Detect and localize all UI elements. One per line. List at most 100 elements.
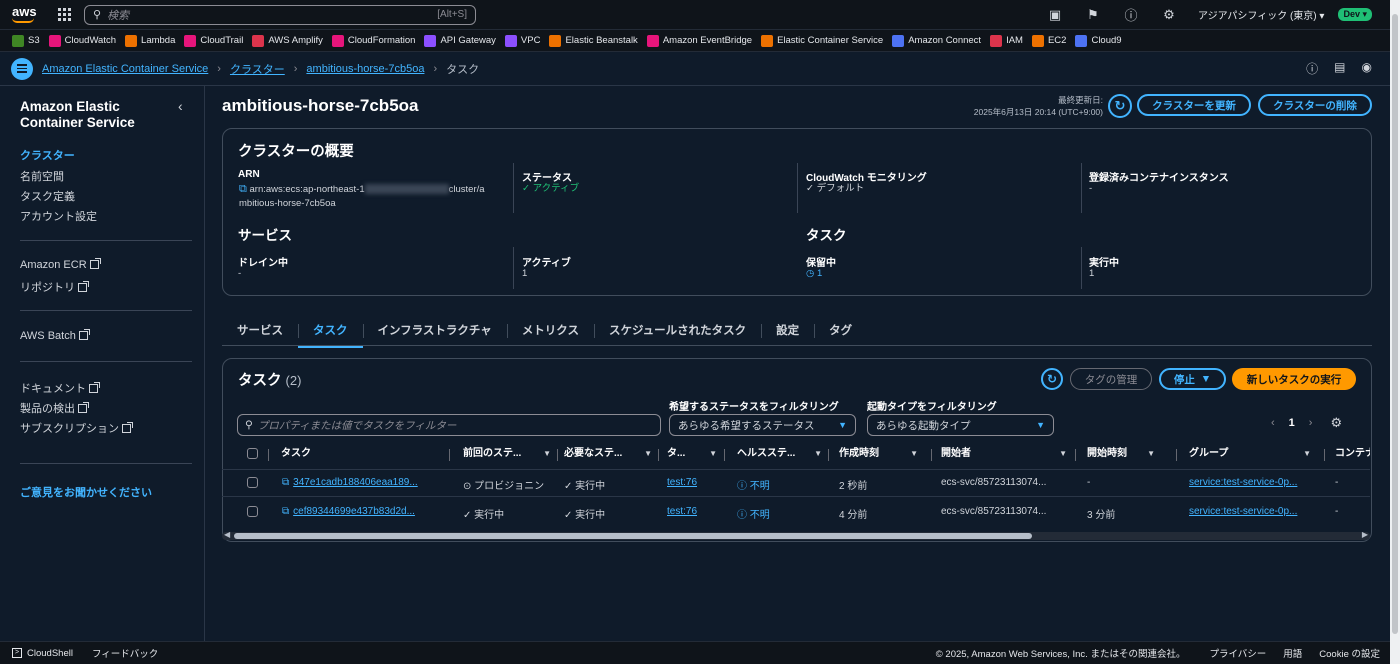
column-header-last-status[interactable]: 前回のステ... ▼ — [463, 444, 557, 464]
table-settings-icon[interactable]: ⚙ — [1330, 415, 1342, 431]
refresh-tasks-button[interactable]: ↻ — [1041, 368, 1063, 390]
tab-services[interactable]: サービス — [222, 318, 298, 344]
favorite-amazon-connect[interactable]: Amazon Connect — [892, 34, 981, 47]
current-page[interactable]: 1 — [1289, 417, 1295, 429]
column-header-desired-status[interactable]: 必要なステ... ▼ — [564, 444, 658, 464]
table-horizontal-scrollbar[interactable]: ◀ ▶ — [222, 530, 1370, 540]
hamburger-menu-icon[interactable] — [11, 57, 33, 80]
column-header-container[interactable]: コンテナ — [1335, 444, 1370, 464]
scrollbar-thumb[interactable] — [1392, 14, 1398, 634]
help-icon[interactable]: ⓘ — [1112, 5, 1150, 24]
delete-cluster-button[interactable]: クラスターの削除 — [1258, 94, 1372, 116]
collapse-sidebar-icon[interactable]: ‹ — [178, 98, 183, 114]
tab-scheduled-tasks[interactable]: スケジュールされたタスク — [593, 318, 761, 344]
pending-tasks-value[interactable]: ◷ 1 — [806, 267, 822, 281]
sidebar-feedback-link[interactable]: ご意見をお聞かせください — [20, 484, 152, 500]
table-row-health-status[interactable]: ⓘ 不明 — [737, 477, 770, 492]
prev-page-icon[interactable]: ‹ — [1271, 417, 1275, 429]
sidebar-item-repositories[interactable]: リポジトリ — [20, 279, 89, 295]
stop-button[interactable]: 停止 ▼ — [1159, 368, 1226, 390]
breadcrumb-cluster-link[interactable]: ambitious-horse-7cb5oa — [306, 63, 424, 75]
cloudshell-button[interactable]: > CloudShell — [12, 648, 73, 659]
settings-panel-icon[interactable]: ◉ — [1362, 60, 1372, 77]
scrollbar-thumb[interactable] — [234, 533, 1032, 539]
aws-logo[interactable]: aws — [12, 5, 50, 23]
run-new-task-button[interactable]: 新しいタスクの実行 — [1232, 368, 1356, 390]
favorite-cloudformation[interactable]: CloudFormation — [331, 34, 415, 47]
copy-icon: ⧉ — [282, 477, 290, 488]
favorite-vpc[interactable]: VPC — [504, 34, 540, 47]
row-checkbox[interactable] — [247, 506, 258, 517]
column-header-health-status[interactable]: ヘルスステ... ▼ — [737, 444, 828, 464]
favorite-cloudwatch[interactable]: CloudWatch — [48, 34, 116, 47]
sidebar-item-task-definitions[interactable]: タスク定義 — [20, 188, 75, 204]
region-selector[interactable]: アジアパシフィック (東京) ▾ — [1198, 7, 1324, 22]
favorite-elastic-beanstalk[interactable]: Elastic Beanstalk — [549, 34, 638, 47]
table-row-group[interactable]: service:test-service-0p... — [1189, 477, 1319, 488]
table-row-task-id[interactable]: ⧉ cef89344699e437b83d2d... — [282, 506, 452, 517]
launch-type-select[interactable]: あらゆる起動タイプ ▼ — [867, 414, 1054, 436]
table-row-task-id[interactable]: ⧉ 347e1cadb188406eaa189... — [282, 477, 452, 488]
tab-configuration[interactable]: 設定 — [761, 318, 814, 344]
row-checkbox[interactable] — [247, 477, 258, 488]
bell-icon[interactable]: ⚑ — [1074, 7, 1112, 23]
terms-link[interactable]: 用語 — [1283, 646, 1302, 660]
table-row-created-at: 4 分前 — [839, 510, 868, 521]
tab-tasks[interactable]: タスク — [298, 318, 363, 348]
favorite-elastic-container-service[interactable]: Elastic Container Service — [761, 34, 883, 47]
favorite-iam[interactable]: IAM — [990, 34, 1023, 47]
favorite-s3[interactable]: S3 — [12, 34, 40, 47]
breadcrumb-clusters-link[interactable]: クラスター — [230, 61, 285, 77]
table-row-task-definition[interactable]: test:76 — [667, 477, 697, 488]
sidebar-item-documentation[interactable]: ドキュメント — [20, 380, 100, 396]
column-header-task-definition[interactable]: タ... ▼ — [667, 444, 723, 464]
favorite-api-gateway[interactable]: API Gateway — [424, 34, 496, 47]
account-badge[interactable]: Dev ▾ — [1338, 8, 1372, 21]
sidebar-item-account-settings[interactable]: アカウント設定 — [20, 208, 97, 224]
feedback-link[interactable]: フィードバック — [92, 646, 158, 660]
sidebar-item-subscriptions[interactable]: サブスクリプション — [20, 420, 133, 436]
table-row-container: - — [1335, 506, 1339, 517]
check-circle-icon: ✓ — [806, 183, 814, 194]
column-header-started-at[interactable]: 開始時刻 ▼ — [1087, 444, 1161, 464]
tab-metrics[interactable]: メトリクス — [506, 318, 594, 344]
breadcrumb-service-link[interactable]: Amazon Elastic Container Service — [42, 63, 208, 75]
column-header-task[interactable]: タスク — [281, 444, 449, 464]
favorite-ec2[interactable]: EC2 — [1031, 34, 1066, 47]
tab-tags[interactable]: タグ — [814, 318, 867, 344]
sidebar-item-clusters[interactable]: クラスター — [20, 147, 75, 163]
column-header-started-by[interactable]: 開始者 ▼ — [941, 444, 1073, 464]
table-row-group[interactable]: service:test-service-0p... — [1189, 506, 1319, 517]
column-header-group[interactable]: グループ ▼ — [1189, 444, 1317, 464]
gear-icon[interactable]: ⚙ — [1150, 7, 1188, 23]
column-header-created-at[interactable]: 作成時刻 ▼ — [839, 444, 924, 464]
search-input[interactable]: ⚲ 検索 [Alt+S] — [84, 4, 476, 25]
refresh-cluster-button[interactable]: ↻ — [1108, 94, 1132, 118]
next-page-icon[interactable]: › — [1309, 417, 1313, 429]
sidebar-item-aws-batch[interactable]: AWS Batch — [20, 329, 90, 342]
table-row-task-definition[interactable]: test:76 — [667, 506, 697, 517]
favorite-amazon-eventbridge[interactable]: Amazon EventBridge — [646, 34, 752, 47]
notifications-panel-icon[interactable]: ▤ — [1334, 60, 1345, 77]
services-grid-icon[interactable] — [58, 7, 72, 22]
copy-icon[interactable]: ⧉ — [239, 183, 247, 195]
manage-tags-button[interactable]: タグの管理 — [1070, 368, 1152, 390]
page-vertical-scrollbar[interactable] — [1390, 0, 1400, 664]
sidebar-item-discover-products[interactable]: 製品の検出 — [20, 400, 89, 416]
select-all-checkbox[interactable] — [247, 448, 258, 459]
tab-infrastructure[interactable]: インフラストラクチャ — [362, 318, 507, 344]
privacy-link[interactable]: プライバシー — [1209, 646, 1266, 660]
sidebar-item-namespaces[interactable]: 名前空間 — [20, 168, 64, 184]
sidebar-item-ecr[interactable]: Amazon ECR — [20, 258, 101, 271]
cloudshell-icon[interactable]: ▣ — [1036, 7, 1074, 23]
favorite-lambda[interactable]: Lambda — [125, 34, 175, 47]
favorite-cloud9[interactable]: Cloud9 — [1075, 34, 1122, 47]
info-icon[interactable]: ⓘ — [1306, 60, 1318, 77]
update-cluster-button[interactable]: クラスターを更新 — [1137, 94, 1251, 116]
favorite-aws-amplify[interactable]: AWS Amplify — [252, 34, 323, 47]
favorite-cloudtrail[interactable]: CloudTrail — [184, 34, 243, 47]
table-row-health-status[interactable]: ⓘ 不明 — [737, 506, 770, 521]
cookie-settings-link[interactable]: Cookie の設定 — [1319, 646, 1380, 660]
desired-status-select[interactable]: あらゆる希望するステータス ▼ — [669, 414, 856, 436]
task-filter-input[interactable]: ⚲ プロパティまたは値でタスクをフィルター — [237, 414, 661, 436]
